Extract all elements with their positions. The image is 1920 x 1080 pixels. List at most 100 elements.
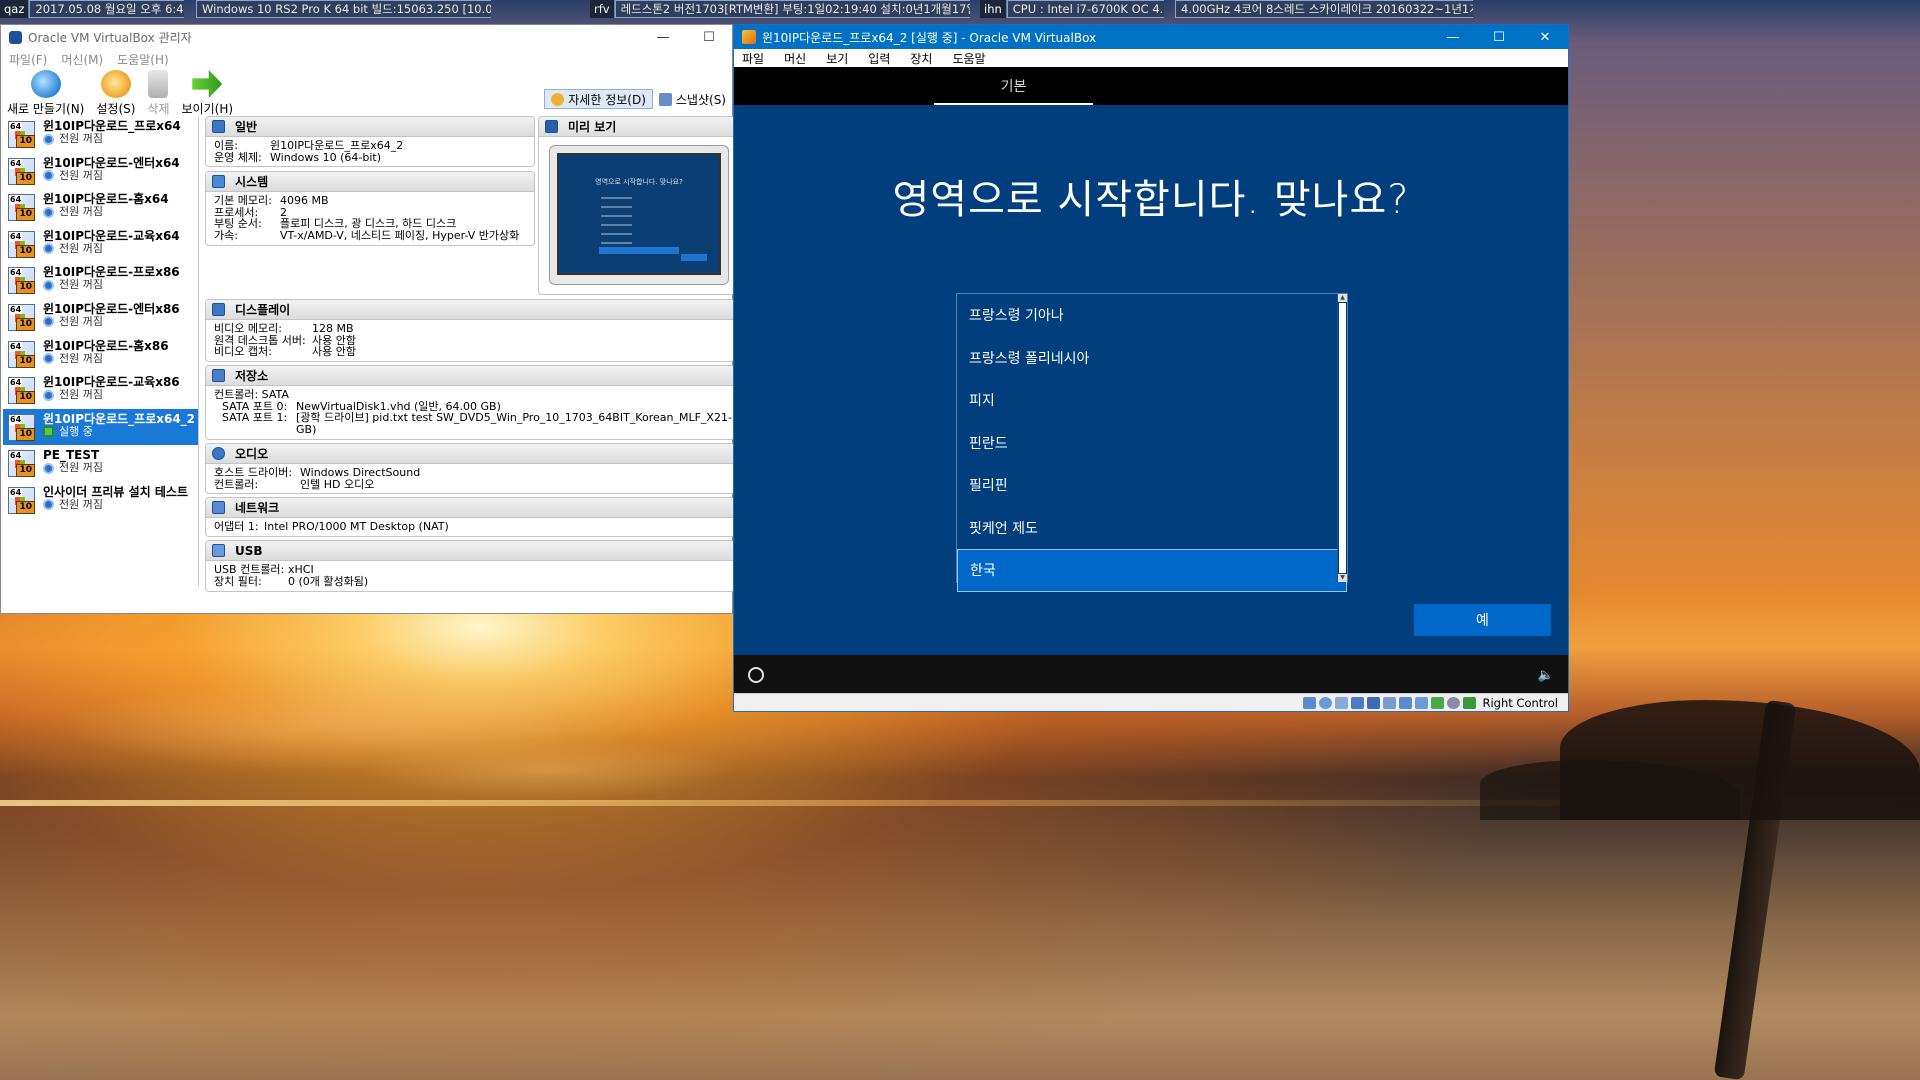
vm-state: 전원 꺼짐 — [43, 133, 181, 145]
video-capture-icon[interactable] — [1415, 696, 1429, 709]
power-off-icon — [43, 462, 54, 474]
display-vmem-key: 비디오 메모리: — [214, 322, 282, 335]
minimize-button[interactable]: — — [1430, 25, 1476, 49]
delete-button[interactable]: 삭제 — [147, 70, 170, 117]
close-button[interactable]: ✕ — [1522, 25, 1568, 49]
vm-list-item[interactable]: 64 10 윈10IP다운로드-홈x86 전원 꺼짐 — [3, 336, 198, 373]
menu-help[interactable]: 도움말(H) — [117, 51, 169, 68]
vm-menubar: 파일 머신 보기 입력 장치 도움말 — [734, 49, 1568, 67]
show-label: 보이기(H) — [181, 102, 234, 116]
vm-menu-file[interactable]: 파일 — [742, 50, 764, 67]
section-system-header[interactable]: 시스템 — [206, 172, 534, 192]
section-general-header[interactable]: 일반 — [206, 117, 534, 137]
region-item[interactable]: 프랑스령 폴리네시아 — [957, 337, 1347, 380]
vm-menu-view[interactable]: 보기 — [826, 50, 848, 67]
vm-list-item[interactable]: 64 10 PE_TEST 전원 꺼짐 — [3, 445, 198, 482]
vm-list-item[interactable]: 64 10 윈10IP다운로드-교육x86 전원 꺼짐 — [3, 372, 198, 409]
vm-name: 윈10IP다운로드-교육x64 — [43, 228, 180, 243]
new-vm-button[interactable]: 새로 만들기(N) — [7, 70, 84, 117]
vm-list-item[interactable]: 64 10 윈10IP다운로드-교육x64 전원 꺼짐 — [3, 226, 198, 263]
display-capture-key: 비디오 캡처: — [214, 345, 272, 359]
settings-button[interactable]: 설정(S) — [96, 70, 135, 117]
vm-list-item-selected[interactable]: 64 10 윈10IP다운로드_프로x64_2 실행 중 — [3, 408, 198, 446]
vm-menu-help[interactable]: 도움말 — [952, 50, 985, 67]
hdd-icon[interactable] — [1303, 696, 1317, 709]
audio-controller-key: 컨트롤러: — [214, 477, 259, 491]
cpu-activity-icon[interactable] — [1431, 696, 1445, 709]
vm-guest-screen[interactable]: 기본 영역으로 시작합니다. 맞나요? 프랑스령 기아나 프랑스령 폴리네시아 … — [734, 67, 1568, 695]
host-key-icon — [1463, 696, 1477, 709]
section-network-header[interactable]: 네트워크 — [206, 498, 734, 518]
vm-menu-machine[interactable]: 머신 — [784, 50, 806, 67]
oobe-header: 기본 — [734, 67, 1568, 105]
system-accel-key: 가속: — [214, 228, 238, 242]
region-item[interactable]: 핀란드 — [957, 422, 1347, 465]
preview-list — [601, 197, 679, 251]
scroll-down-icon[interactable]: ▼ — [1338, 574, 1347, 582]
vm-titlebar[interactable]: 윈10IP다운로드_프로x64_2 [실행 중] - Oracle VM Vir… — [734, 25, 1568, 49]
vm-window: 윈10IP다운로드_프로x64_2 [실행 중] - Oracle VM Vir… — [733, 24, 1569, 712]
vm-name: 인사이더 프리뷰 설치 테스트 — [43, 484, 189, 499]
scroll-up-icon[interactable]: ▲ — [1338, 294, 1347, 302]
details-toggle[interactable]: 자세한 정보(D) — [544, 89, 653, 109]
section-usb-header[interactable]: USB — [206, 541, 734, 561]
oobe-heading: 영역으로 시작합니다. 맞나요? — [892, 177, 1410, 223]
region-item[interactable]: 필리핀 — [957, 464, 1347, 507]
region-item[interactable]: 핏케언 제도 — [957, 507, 1347, 550]
section-display-header[interactable]: 디스플레이 — [206, 300, 734, 320]
minimize-button[interactable]: — — [640, 25, 686, 49]
power-off-icon — [43, 316, 54, 328]
maximize-button[interactable]: ☐ — [686, 25, 732, 49]
region-item[interactable]: 피지 — [957, 379, 1347, 422]
yes-button[interactable]: 예 — [1414, 604, 1551, 636]
vm-list-item[interactable]: 64 10 윈10IP다운로드_프로x64 전원 꺼짐 — [3, 116, 198, 153]
snapshots-toggle[interactable]: 스냅샷(S) — [653, 89, 732, 109]
vm-menu-devices[interactable]: 장치 — [910, 50, 932, 67]
region-list[interactable]: 프랑스령 기아나 프랑스령 폴리네시아 피지 핀란드 필리핀 핏케언 제도 한국… — [956, 293, 1348, 592]
info-build: rfv 레드스톤2 버전1703[RTM변환] 부팅:1일02:19:40 설치… — [590, 0, 970, 18]
windows10-64-icon: 64 10 — [8, 413, 35, 441]
vm-state: 전원 꺼짐 — [43, 206, 169, 218]
show-button[interactable]: 보이기(H) — [181, 70, 234, 117]
display-icon[interactable] — [1399, 696, 1413, 709]
usb-controller-key: USB 컨트롤러: — [214, 563, 285, 576]
region-item[interactable]: 프랑스령 기아나 — [957, 294, 1347, 337]
vm-state: 전원 꺼짐 — [43, 498, 188, 511]
section-audio-header[interactable]: 오디오 — [206, 444, 734, 464]
host-key-label: Right Control — [1482, 695, 1558, 710]
windows10-64-icon: 64 10 — [8, 450, 35, 478]
info-build-text: 레드스톤2 버전1703[RTM변환] 부팅:1일02:19:40 설치:0년1… — [614, 0, 970, 18]
usb-icon[interactable] — [1367, 696, 1381, 709]
vm-menu-input[interactable]: 입력 — [868, 50, 890, 67]
vm-state: 전원 꺼짐 — [43, 169, 180, 182]
system-memory-value: 4096 MB — [280, 194, 329, 207]
audio-icon[interactable] — [1335, 696, 1349, 709]
vm-list: 64 10 윈10IP다운로드_프로x64 전원 꺼짐 64 10 윈10IP다운로드… — [3, 116, 199, 586]
scroll-thumb[interactable] — [1339, 303, 1346, 573]
details-label: 자세한 정보(D) — [568, 92, 646, 107]
region-list-scrollbar[interactable]: ▲ ▼ — [1337, 294, 1347, 582]
vm-list-item[interactable]: 64 10 윈10IP다운로드-프로x86 전원 꺼짐 — [3, 262, 198, 299]
menu-machine[interactable]: 머신(M) — [61, 51, 103, 68]
shared-folder-icon[interactable] — [1383, 696, 1397, 709]
info-tag: ihn — [980, 0, 1007, 18]
optical-drive-icon[interactable] — [1319, 696, 1333, 709]
vm-list-item[interactable]: 64 10 윈10IP다운로드-홈x64 전원 꺼짐 — [3, 189, 198, 226]
network-icon[interactable] — [1351, 696, 1365, 709]
manager-titlebar[interactable]: Oracle VM VirtualBox 관리자 — ☐ — [1, 25, 732, 49]
vm-list-item[interactable]: 64 10 윈10IP다운로드-엔터x86 전원 꺼짐 — [3, 299, 198, 336]
section-storage-header[interactable]: 저장소 — [206, 366, 734, 386]
volume-icon[interactable]: 🔈 — [1538, 668, 1554, 683]
mouse-integration-icon[interactable] — [1447, 696, 1461, 709]
vm-list-item[interactable]: 64 10 윈10IP다운로드-엔터x64 전원 꺼짐 — [3, 153, 198, 190]
vm-list-item[interactable]: 64 10 인사이더 프리뷰 설치 테스트 전원 꺼짐 — [3, 482, 198, 519]
windows10-64-icon: 64 10 — [8, 267, 35, 295]
accessibility-icon[interactable] — [748, 667, 764, 683]
section-preview-header[interactable]: 미리 보기 — [539, 117, 734, 137]
menu-file[interactable]: 파일(F) — [9, 51, 47, 68]
maximize-button[interactable]: ☐ — [1476, 25, 1522, 49]
vm-state: 전원 꺼짐 — [43, 462, 103, 474]
region-item-selected[interactable]: 한국 — [957, 549, 1347, 592]
vm-name: 윈10IP다운로드-엔터x86 — [43, 301, 180, 316]
section-audio: 오디오 호스트 드라이버: Windows DirectSound 컨트롤러: 인텔… — [205, 443, 735, 494]
